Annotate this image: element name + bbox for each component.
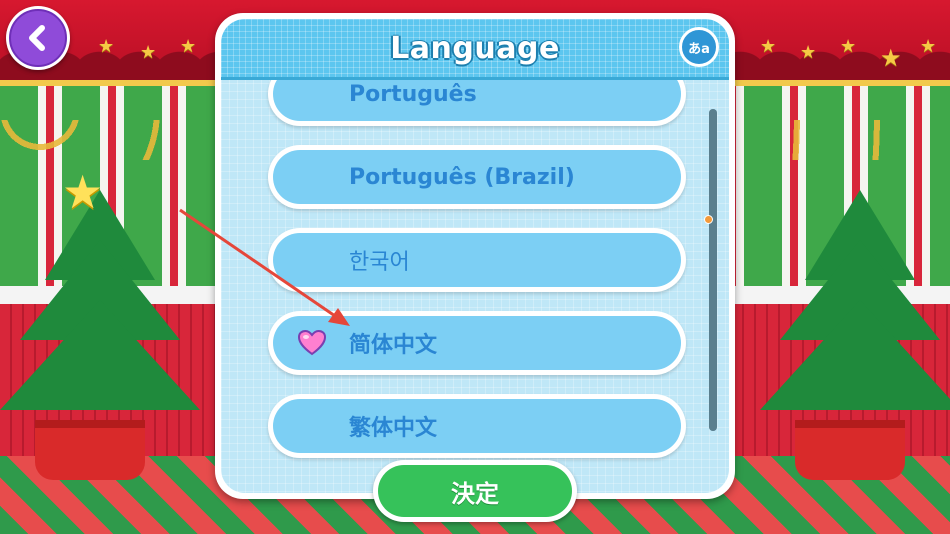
confirm-button-label: 決定 xyxy=(378,465,572,517)
star-decoration: ★ xyxy=(840,36,857,57)
scrollbar[interactable] xyxy=(709,109,717,431)
language-option-portugues[interactable]: Português xyxy=(268,80,686,126)
star-decoration: ★ xyxy=(880,44,902,72)
chevron-left-icon xyxy=(9,9,67,67)
confirm-button[interactable]: 決定 xyxy=(373,460,577,522)
language-option-portugues-brazil[interactable]: Português (Brazil) xyxy=(268,145,686,209)
language-option-korean[interactable]: 한국어 xyxy=(268,228,686,292)
christmas-tree-left: ★ xyxy=(0,165,200,480)
back-button[interactable] xyxy=(6,6,70,70)
language-option-traditional-chinese[interactable]: 繁体中文 xyxy=(268,394,686,458)
scroll-indicator-dot xyxy=(704,215,713,224)
star-decoration: ★ xyxy=(180,36,197,57)
language-option-label: 한국어 xyxy=(349,250,410,275)
language-icon-label: あa xyxy=(688,41,710,57)
language-dialog: Language あa Português Português (Brazil)… xyxy=(215,13,735,499)
language-option-label: Português (Brazil) xyxy=(349,164,575,190)
star-decoration: ★ xyxy=(760,36,777,57)
heart-icon xyxy=(297,329,327,356)
dialog-title: Language xyxy=(390,30,560,66)
language-option-simplified-chinese[interactable]: 简体中文 xyxy=(268,311,686,375)
star-decoration: ★ xyxy=(800,42,817,63)
language-option-label: 简体中文 xyxy=(349,333,438,358)
language-icon[interactable]: あa xyxy=(679,27,719,67)
language-option-label: Português xyxy=(349,81,477,107)
star-decoration: ★ xyxy=(98,36,115,57)
dialog-header: Language あa xyxy=(221,19,729,80)
language-option-label: 繁体中文 xyxy=(349,416,438,441)
scrollbar-thumb[interactable] xyxy=(709,109,717,431)
language-list[interactable]: Português Português (Brazil) 한국어 简体中文 繁体… xyxy=(221,80,729,485)
christmas-tree-right xyxy=(760,170,950,480)
star-decoration: ★ xyxy=(140,42,157,63)
star-decoration: ★ xyxy=(920,36,937,57)
